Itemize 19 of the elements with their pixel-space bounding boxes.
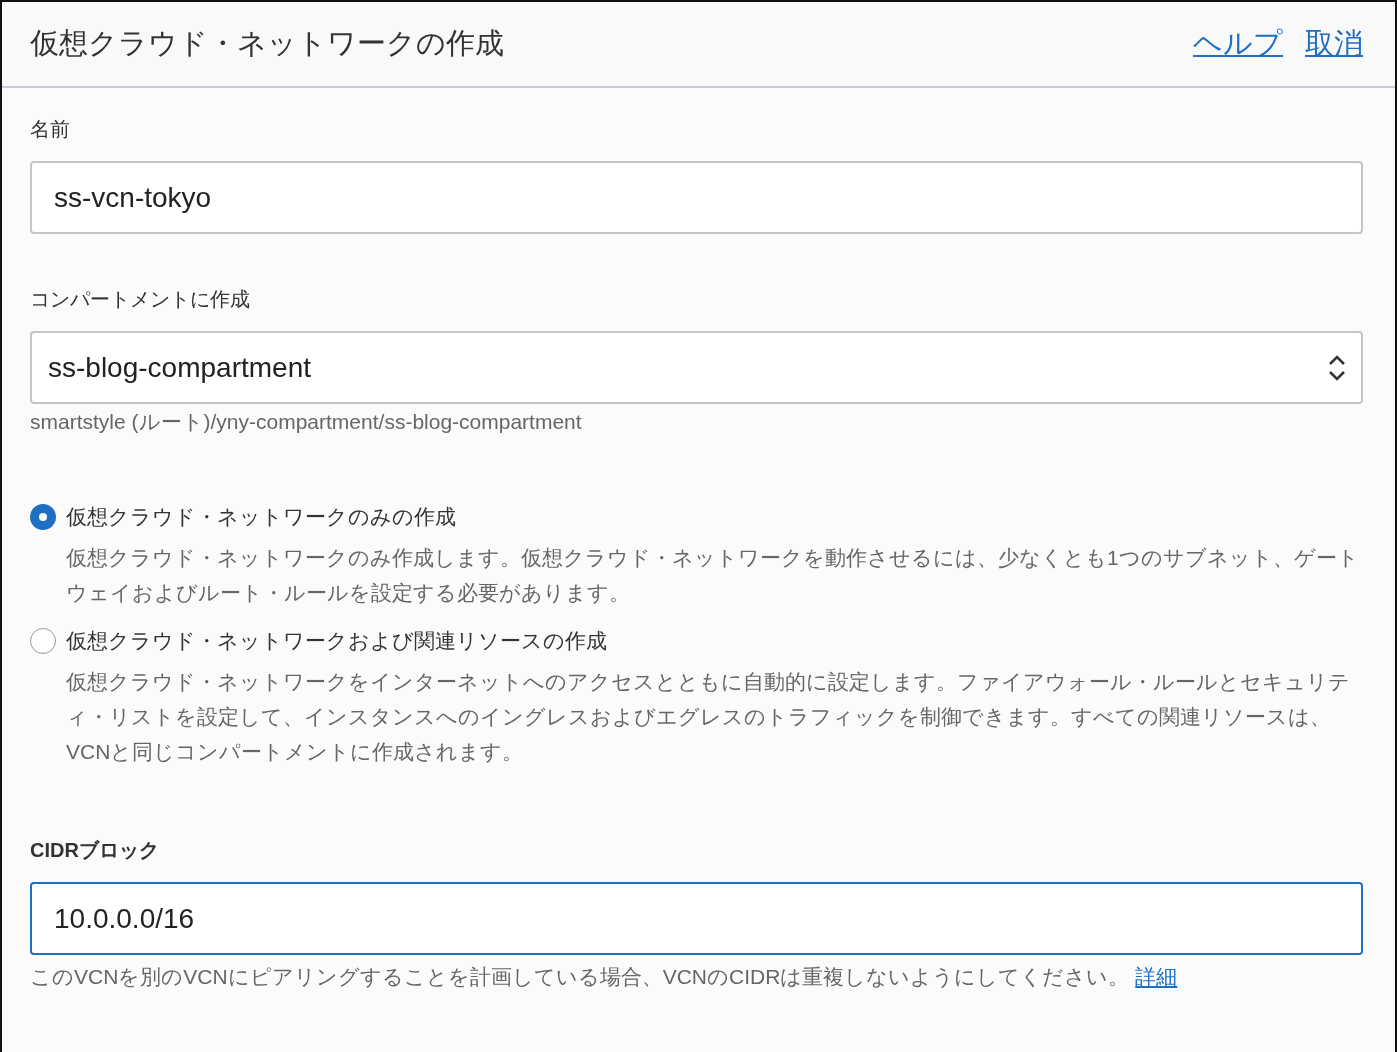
- option-description: 仮想クラウド・ネットワークのみ作成します。仮想クラウド・ネットワークを動作させるには、少なくとも1つのサブネット、ゲートウェイおよびルート・ルールを設定する必要があります。: [66, 545, 1360, 606]
- select-value: ss-blog-compartment: [48, 351, 311, 384]
- option-description: 仮想クラウド・ネットワークをインターネットへのアクセスとともに自動的に設定します。ファイアウォール・ルールとセキュリティ・リストを設定して、インスタンスへのイングレスおよびエグレスのトラフィックを制御できます。すべての関連リソースは、VCNと同じコンパートメントに作成されます。: [66, 669, 1351, 765]
- name-input[interactable]: ss-vcn-tokyo: [30, 161, 1363, 234]
- dialog-title: 仮想クラウド・ネットワークの作成: [30, 26, 504, 61]
- help-text: このVCNを別のVCNにピアリングすることを計画している場合、VCNのCIDRは重複しないようにしてください。 詳細: [30, 964, 1179, 990]
- field-label: 名前: [30, 117, 71, 142]
- compartment-select[interactable]: ss-blog-compartment: [30, 331, 1363, 404]
- cancel-link[interactable]: 取消: [1305, 24, 1363, 64]
- radio-button[interactable]: [30, 628, 56, 654]
- cidr-input[interactable]: 10.0.0.0/16: [30, 882, 1363, 955]
- compartment-path: smartstyle (ルート)/yny-compartment/ss-blog-compartment: [30, 409, 583, 435]
- help-link[interactable]: ヘルプ: [1193, 24, 1283, 64]
- field-label: CIDRブロック: [30, 838, 160, 863]
- option-label: 仮想クラウド・ネットワークのみの作成: [66, 504, 457, 530]
- field-label: コンパートメントに作成: [30, 287, 251, 312]
- details-link[interactable]: 詳細: [1135, 965, 1178, 988]
- option-label: 仮想クラウド・ネットワークおよび関連リソースの作成: [66, 628, 608, 654]
- radio-button[interactable]: [30, 504, 56, 530]
